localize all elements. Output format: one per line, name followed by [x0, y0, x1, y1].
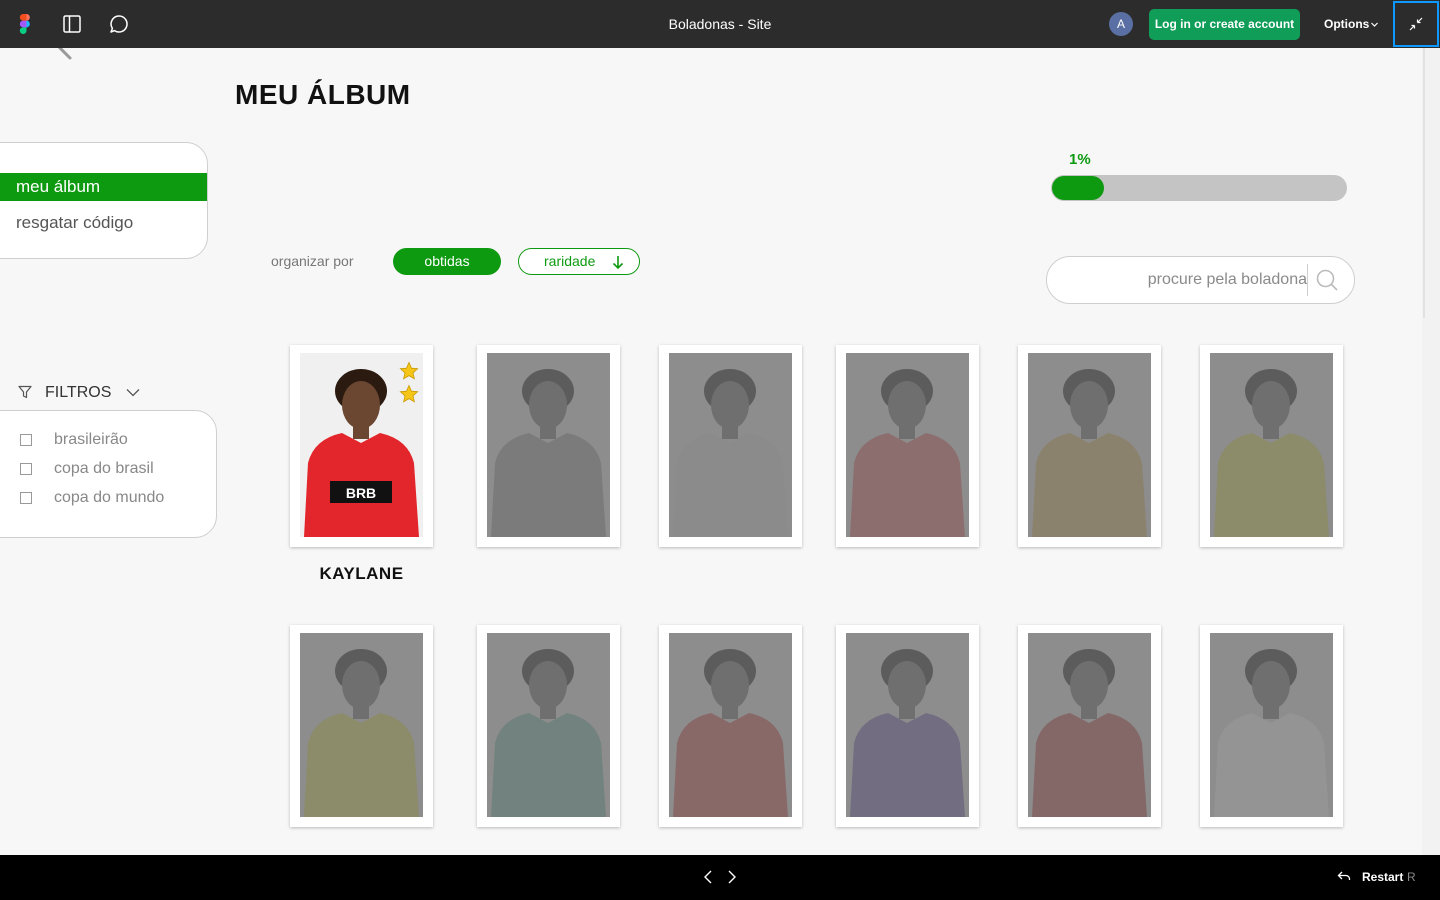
player-photo: [846, 633, 969, 817]
player-photo: [669, 633, 792, 817]
sort-label: organizar por: [271, 253, 354, 269]
restart-icon[interactable]: [1337, 870, 1351, 882]
sticker-card-locked[interactable]: [477, 625, 620, 827]
chevron-down-icon: [126, 389, 140, 397]
comment-icon[interactable]: [108, 13, 130, 35]
player-photo: [1210, 633, 1333, 817]
sticker-card-locked[interactable]: [836, 625, 979, 827]
card-name-kaylane: KAYLANE: [319, 564, 404, 583]
checkbox[interactable]: [20, 434, 32, 446]
prototype-canvas: MEU ÁLBUM meu álbum resgatar código 1% o…: [0, 48, 1440, 855]
menu-item-resgatar-codigo[interactable]: resgatar código: [16, 213, 133, 233]
sticker-card-owned[interactable]: BRB: [290, 345, 433, 547]
scrollbar[interactable]: [1422, 48, 1440, 855]
progress-fill: [1052, 176, 1104, 200]
filter-option-label: brasileirão: [54, 431, 128, 448]
sort-raridade-button[interactable]: raridade: [518, 248, 640, 275]
chevron-down-icon: [1371, 22, 1378, 27]
sticker-card-locked[interactable]: [1200, 345, 1343, 547]
svg-text:BRB: BRB: [346, 485, 376, 501]
sticker-card-locked[interactable]: [659, 345, 802, 547]
sticker-card-locked[interactable]: [290, 625, 433, 827]
next-frame-icon[interactable]: [726, 869, 738, 885]
back-arrow-icon[interactable]: [52, 48, 76, 62]
search-input[interactable]: [1097, 269, 1307, 291]
search-box: [1046, 256, 1355, 304]
prototype-toolbar: Boladonas - Site A Log in or create acco…: [0, 0, 1440, 48]
search-icon[interactable]: [1315, 268, 1339, 292]
page-title: MEU ÁLBUM: [235, 79, 411, 110]
filters-title: FILTROS: [45, 384, 112, 401]
sticker-card-locked[interactable]: [477, 345, 620, 547]
player-photo: [669, 353, 792, 537]
options-menu[interactable]: Options: [1324, 17, 1369, 31]
checkbox[interactable]: [20, 463, 32, 475]
prototype-footer: Restart R: [0, 855, 1440, 900]
sort-obtidas-button[interactable]: obtidas: [393, 248, 501, 275]
player-photo: [1210, 353, 1333, 537]
progress-percent: 1%: [1069, 151, 1091, 168]
sidebar-panel-icon[interactable]: [62, 14, 82, 34]
previous-frame-icon[interactable]: [702, 869, 714, 885]
avatar[interactable]: A: [1109, 12, 1133, 36]
sticker-card-locked[interactable]: [1200, 625, 1343, 827]
player-photo: [487, 633, 610, 817]
arrow-down-icon: [612, 256, 624, 270]
figma-logo-icon[interactable]: [16, 14, 32, 34]
sticker-card-locked[interactable]: [836, 345, 979, 547]
sticker-card-locked[interactable]: [1018, 625, 1161, 827]
star-icon: [399, 361, 419, 380]
filter-funnel-icon: [18, 385, 32, 399]
player-photo: [1028, 353, 1151, 537]
login-button[interactable]: Log in or create account: [1149, 9, 1300, 40]
sort-raridade-label: raridade: [544, 253, 596, 269]
player-photo: [487, 353, 610, 537]
sticker-card-locked[interactable]: [1018, 345, 1161, 547]
restart-shortcut: R: [1407, 870, 1416, 884]
search-divider: [1307, 264, 1308, 296]
collapse-icon: [1409, 17, 1423, 31]
sticker-card-locked[interactable]: [659, 625, 802, 827]
scrollbar-thumb[interactable]: [1423, 48, 1425, 318]
player-photo: [846, 353, 969, 537]
player-photo: [1028, 633, 1151, 817]
filter-option-label: copa do mundo: [54, 489, 165, 506]
player-photo: [300, 633, 423, 817]
filter-option-label: copa do brasil: [54, 460, 154, 477]
menu-item-meu-album[interactable]: meu álbum: [0, 173, 207, 201]
restart-button[interactable]: Restart: [1362, 870, 1403, 884]
collapse-button[interactable]: [1393, 1, 1439, 47]
rarity-stars: [399, 361, 421, 407]
checkbox[interactable]: [20, 492, 32, 504]
star-icon: [399, 384, 419, 403]
